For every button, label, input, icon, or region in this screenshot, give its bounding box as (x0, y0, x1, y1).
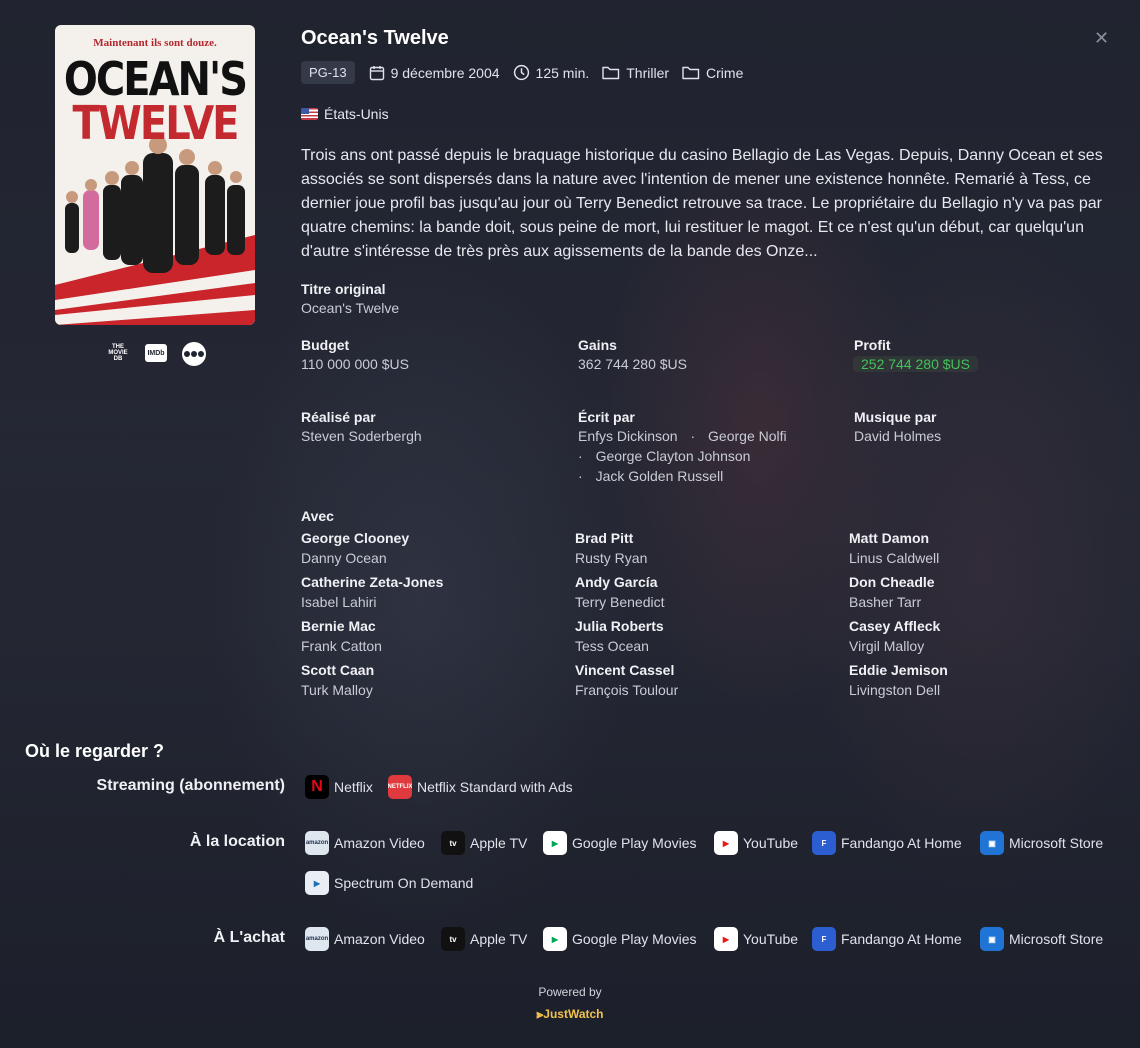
fandango-icon: F (812, 831, 836, 855)
writer-name[interactable]: Enfys Dickinson (578, 428, 678, 444)
runtime: 125 min. (513, 64, 589, 81)
release-date: 9 décembre 2004 (369, 65, 500, 81)
spectrum-icon: ▶ (305, 871, 329, 895)
writer-name[interactable]: George Nolfi (708, 428, 787, 444)
music-value[interactable]: David Holmes (854, 428, 941, 444)
amazon-video-icon: amazon (305, 927, 329, 951)
calendar-icon (369, 65, 384, 80)
certification-badge: PG-13 (301, 61, 355, 84)
music-label: Musique par (854, 409, 937, 425)
poster-tagline: Maintenant ils sont douze. (93, 37, 217, 49)
fandango-icon: F (812, 927, 836, 951)
google-play-icon: ▶ (543, 831, 567, 855)
youtube-icon: ▶ (714, 831, 738, 855)
where-to-watch-title: Où le regarder ? (25, 741, 165, 761)
letterboxd-icon[interactable] (182, 342, 206, 366)
production-country: États-Unis (301, 106, 389, 122)
writers-block: Écrit par Enfys Dickinson · George Nolfi… (578, 409, 818, 486)
cast-member[interactable]: Bernie Mac Frank Catton (301, 616, 382, 656)
provider-spectrum[interactable]: ▶ Spectrum On Demand (305, 871, 473, 895)
apple-tv-icon: tv (441, 927, 465, 951)
microsoft-store-icon: ▣ (980, 927, 1004, 951)
cast-member[interactable]: Brad Pitt Rusty Ryan (575, 528, 647, 568)
profit-label: Profit (854, 337, 891, 353)
folder-icon (682, 66, 700, 80)
provider-google-play[interactable]: ▶ Google Play Movies (543, 831, 697, 855)
movie-meta: PG-13 9 décembre 2004 125 min. Thriller … (301, 61, 756, 84)
netflix-icon: N (305, 775, 329, 799)
movie-details-panel: Maintenant ils sont douze. OCEAN'S TWELV… (0, 0, 1140, 1048)
folder-icon (602, 66, 620, 80)
apple-tv-icon: tv (441, 831, 465, 855)
profit-value: 252 744 280 $US (853, 356, 978, 372)
cast-label: Avec (301, 508, 334, 524)
cast-member[interactable]: Eddie Jemison Livingston Dell (849, 660, 948, 700)
separator: · (690, 428, 696, 444)
separator: · (578, 448, 583, 464)
budget-block: Budget 110 000 000 $US (301, 337, 409, 372)
streaming-label: Streaming (abonnement) (96, 777, 285, 794)
close-icon[interactable]: ✕ (1094, 29, 1109, 47)
original-title-block: Titre original Ocean's Twelve (301, 281, 399, 316)
writer-name[interactable]: George Clayton Johnson (596, 448, 751, 464)
poster-title-line2: TWELVE (72, 97, 240, 151)
provider-microsoft-store[interactable]: ▣ Microsoft Store (980, 831, 1103, 855)
director-value[interactable]: Steven Soderbergh (301, 428, 422, 444)
youtube-icon: ▶ (714, 927, 738, 951)
imdb-icon[interactable]: IMDb (145, 344, 167, 362)
provider-youtube[interactable]: ▶ YouTube (714, 831, 798, 855)
provider-google-play[interactable]: ▶ Google Play Movies (543, 927, 697, 951)
director-label: Réalisé par (301, 409, 376, 425)
profit-block: Profit 252 744 280 $US (853, 337, 978, 372)
original-title-label: Titre original (301, 281, 386, 297)
original-title-value: Ocean's Twelve (301, 300, 400, 316)
cast-member[interactable]: Andy García Terry Benedict (575, 572, 664, 612)
external-sources: THE MOVIE DB IMDb (106, 342, 206, 366)
revenue-value: 362 744 280 $US (578, 356, 687, 372)
budget-value: 110 000 000 $US (301, 356, 409, 372)
powered-by: Powered by (538, 985, 602, 999)
writers-label: Écrit par (578, 409, 635, 425)
movie-title: Ocean's Twelve (301, 27, 449, 49)
separator: · (578, 468, 583, 484)
movie-overview: Trois ans ont passé depuis le braquage h… (301, 147, 1103, 260)
revenue-label: Gains (578, 337, 617, 353)
genre-crime[interactable]: Crime (682, 65, 743, 81)
provider-amazon-video[interactable]: amazon Amazon Video (305, 831, 425, 855)
buy-label: À L'achat (213, 929, 285, 946)
provider-amazon-video[interactable]: amazon Amazon Video (305, 927, 425, 951)
provider-microsoft-store[interactable]: ▣ Microsoft Store (980, 927, 1103, 951)
us-flag-icon (301, 108, 318, 120)
cast-member[interactable]: Vincent Cassel François Toulour (575, 660, 678, 700)
amazon-video-icon: amazon (305, 831, 329, 855)
revenue-block: Gains 362 744 280 $US (578, 337, 687, 372)
google-play-icon: ▶ (543, 927, 567, 951)
cast-member[interactable]: Scott Caan Turk Malloy (301, 660, 374, 700)
provider-apple-tv[interactable]: tv Apple TV (441, 831, 527, 855)
director-block: Réalisé par Steven Soderbergh (301, 409, 422, 444)
cast-member[interactable]: Casey Affleck Virgil Malloy (849, 616, 940, 656)
provider-apple-tv[interactable]: tv Apple TV (441, 927, 527, 951)
cast-member[interactable]: Julia Roberts Tess Ocean (575, 616, 664, 656)
provider-netflix-ads[interactable]: NETFLIX Netflix Standard with Ads (388, 775, 573, 799)
rent-label: À la location (189, 833, 285, 850)
cast-member[interactable]: Catherine Zeta-Jones Isabel Lahiri (301, 572, 443, 612)
provider-netflix[interactable]: N Netflix (305, 775, 373, 799)
provider-fandango[interactable]: F Fandango At Home (812, 831, 962, 855)
cast-member[interactable]: George Clooney Danny Ocean (301, 528, 409, 568)
budget-label: Budget (301, 337, 350, 353)
microsoft-store-icon: ▣ (980, 831, 1004, 855)
music-block: Musique par David Holmes (854, 409, 941, 444)
netflix-ads-icon: NETFLIX (388, 775, 412, 799)
provider-fandango[interactable]: F Fandango At Home (812, 927, 962, 951)
movie-poster[interactable]: Maintenant ils sont douze. OCEAN'S TWELV… (55, 25, 255, 325)
writer-name[interactable]: Jack Golden Russell (596, 468, 724, 484)
tmdb-icon[interactable]: THE MOVIE DB (106, 342, 130, 364)
clock-icon (513, 64, 529, 81)
justwatch-logo[interactable]: ⫸JustWatch (0, 1007, 1140, 1022)
genre-thriller[interactable]: Thriller (602, 65, 669, 81)
cast-member[interactable]: Don Cheadle Basher Tarr (849, 572, 935, 612)
cast-member[interactable]: Matt Damon Linus Caldwell (849, 528, 939, 568)
provider-youtube[interactable]: ▶ YouTube (714, 927, 798, 951)
